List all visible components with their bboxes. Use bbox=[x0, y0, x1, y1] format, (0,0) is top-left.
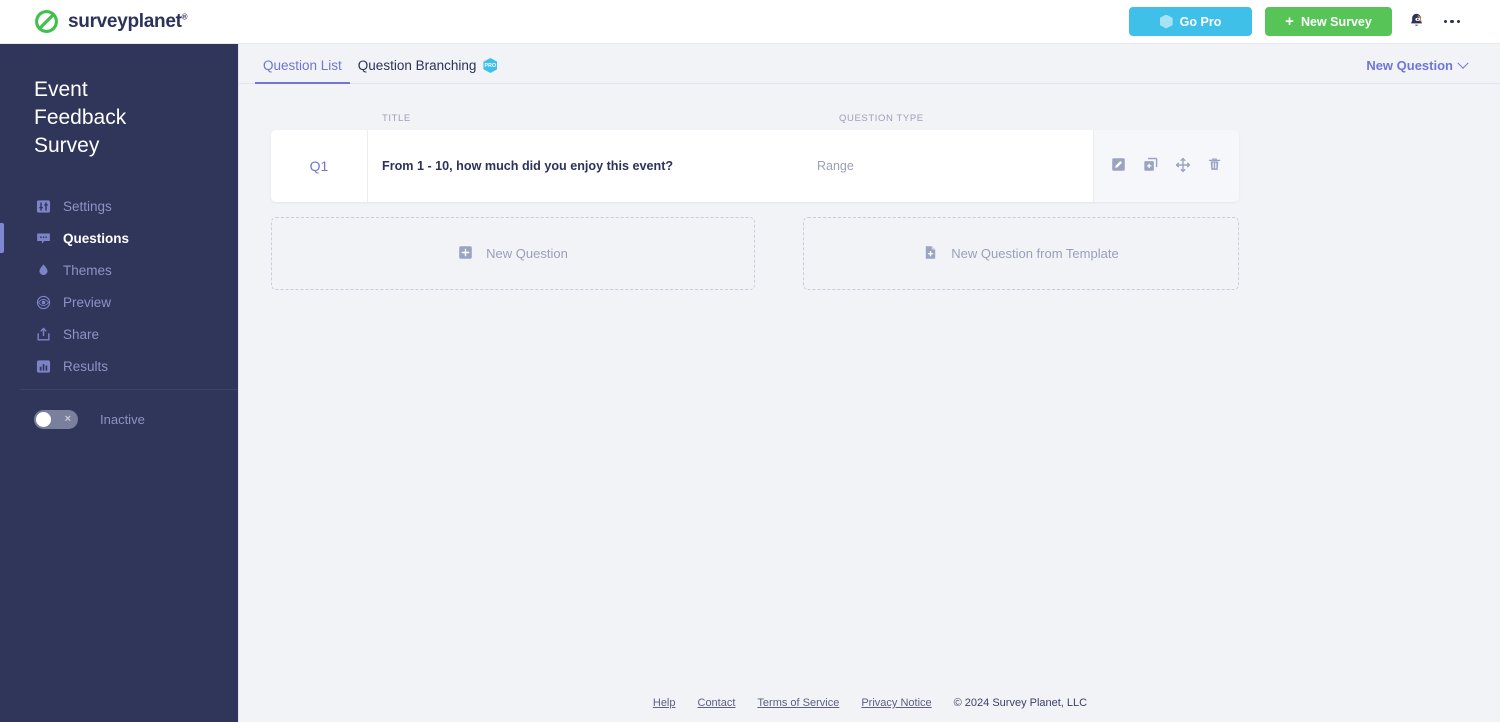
footer-link-privacy[interactable]: Privacy Notice bbox=[861, 697, 931, 709]
main-content: Question List Question Branching PRO New… bbox=[238, 44, 1500, 722]
go-pro-label: Go Pro bbox=[1179, 14, 1222, 29]
move-arrows-icon bbox=[1175, 157, 1191, 176]
pro-badge-icon: PRO bbox=[483, 58, 498, 73]
copy-icon bbox=[1143, 157, 1158, 175]
sidebar-item-label: Questions bbox=[63, 230, 130, 246]
sliders-icon bbox=[36, 199, 51, 214]
brand-name: surveyplanet® bbox=[68, 10, 188, 33]
footer: Help Contact Terms of Service Privacy No… bbox=[239, 697, 1500, 709]
new-question-dropdown-label: New Question bbox=[1366, 58, 1453, 73]
tab-bar: Question List Question Branching PRO New… bbox=[239, 44, 1500, 84]
new-question-from-template-box[interactable]: New Question from Template bbox=[803, 217, 1239, 290]
chat-bubble-icon bbox=[36, 231, 51, 246]
new-question-from-template-label: New Question from Template bbox=[951, 246, 1119, 261]
top-actions: Go Pro + New Survey bbox=[1129, 7, 1464, 36]
column-header-title: TITLE bbox=[382, 112, 411, 124]
brand-logo[interactable]: surveyplanet® bbox=[34, 9, 188, 34]
add-question-row: New Question New Question from Template bbox=[271, 217, 1500, 290]
survey-status-row: × Inactive bbox=[34, 410, 145, 429]
bar-chart-icon bbox=[36, 359, 51, 374]
notifications-button[interactable] bbox=[1405, 10, 1427, 34]
brand-trademark: ® bbox=[181, 12, 188, 22]
tab-label: Question List bbox=[263, 58, 342, 73]
sidebar: Event Feedback Survey Settings Questions… bbox=[0, 44, 238, 722]
tab-question-branching[interactable]: Question Branching PRO bbox=[350, 58, 506, 83]
sidebar-divider bbox=[20, 389, 238, 390]
sidebar-item-share[interactable]: Share bbox=[0, 318, 238, 350]
surveyplanet-logo-icon bbox=[34, 9, 59, 34]
toggle-off-mark: × bbox=[64, 413, 71, 425]
sidebar-item-settings[interactable]: Settings bbox=[0, 190, 238, 222]
status-badge: Inactive bbox=[100, 412, 145, 427]
sidebar-nav: Settings Questions Themes Preview Share … bbox=[0, 190, 238, 382]
share-box-icon bbox=[36, 327, 51, 342]
file-plus-icon bbox=[923, 245, 938, 263]
pencil-square-icon bbox=[1111, 157, 1126, 175]
tab-question-list[interactable]: Question List bbox=[255, 58, 350, 84]
ellipsis-icon bbox=[1443, 19, 1461, 24]
move-question-button[interactable] bbox=[1175, 157, 1191, 176]
sidebar-item-themes[interactable]: Themes bbox=[0, 254, 238, 286]
survey-active-toggle[interactable]: × bbox=[34, 410, 78, 429]
table-header: TITLE QUESTION TYPE bbox=[271, 84, 1500, 130]
plus-square-icon bbox=[458, 245, 473, 263]
sidebar-item-label: Share bbox=[63, 326, 100, 342]
question-list-panel: TITLE QUESTION TYPE Q1 From 1 - 10, how … bbox=[239, 84, 1500, 290]
top-bar: surveyplanet® Go Pro + New Survey bbox=[0, 0, 1500, 44]
sidebar-item-results[interactable]: Results bbox=[0, 350, 238, 382]
footer-link-contact[interactable]: Contact bbox=[698, 697, 736, 709]
survey-title: Event Feedback Survey bbox=[34, 78, 127, 157]
new-question-dropdown[interactable]: New Question bbox=[1366, 57, 1469, 73]
droplet-icon bbox=[36, 263, 51, 278]
sidebar-item-label: Settings bbox=[63, 198, 112, 214]
new-survey-button[interactable]: + New Survey bbox=[1265, 7, 1392, 36]
question-number: Q1 bbox=[271, 130, 368, 202]
new-question-box[interactable]: New Question bbox=[271, 217, 755, 290]
column-header-question-type: QUESTION TYPE bbox=[839, 112, 924, 124]
duplicate-question-button[interactable] bbox=[1143, 157, 1159, 175]
new-question-box-label: New Question bbox=[486, 246, 568, 261]
bell-icon bbox=[1407, 11, 1426, 33]
sidebar-item-label: Themes bbox=[63, 262, 112, 278]
trash-icon bbox=[1207, 157, 1222, 175]
question-title: From 1 - 10, how much did you enjoy this… bbox=[382, 159, 674, 173]
sidebar-item-questions[interactable]: Questions bbox=[0, 222, 238, 254]
edit-question-button[interactable] bbox=[1111, 158, 1127, 174]
sidebar-item-label: Preview bbox=[63, 294, 112, 310]
more-menu-button[interactable] bbox=[1440, 11, 1464, 33]
pro-hexagon-icon bbox=[1159, 14, 1173, 29]
table-row[interactable]: Q1 From 1 - 10, how much did you enjoy t… bbox=[271, 130, 1239, 202]
brand-name-text: surveyplanet bbox=[68, 10, 182, 32]
footer-link-terms[interactable]: Terms of Service bbox=[757, 697, 839, 709]
footer-copyright: © 2024 Survey Planet, LLC bbox=[953, 697, 1088, 709]
new-survey-label: New Survey bbox=[1300, 14, 1372, 29]
chevron-down-icon bbox=[1457, 57, 1469, 69]
delete-question-button[interactable] bbox=[1207, 158, 1223, 174]
tab-label: Question Branching bbox=[357, 58, 477, 73]
toggle-knob bbox=[36, 412, 51, 427]
go-pro-button[interactable]: Go Pro bbox=[1129, 7, 1252, 36]
eye-icon bbox=[36, 295, 51, 310]
plus-icon: + bbox=[1285, 13, 1294, 30]
question-type: Range bbox=[817, 159, 854, 173]
footer-link-help[interactable]: Help bbox=[653, 697, 676, 709]
sidebar-item-preview[interactable]: Preview bbox=[0, 286, 238, 318]
question-actions bbox=[1093, 130, 1239, 202]
sidebar-item-label: Results bbox=[63, 358, 109, 374]
